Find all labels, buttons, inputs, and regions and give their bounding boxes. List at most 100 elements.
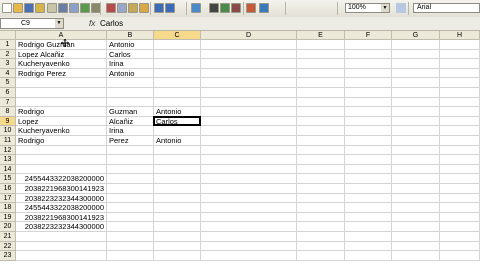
cell-h12[interactable]: [440, 145, 480, 156]
select-all-corner[interactable]: [0, 31, 16, 40]
row-header-5[interactable]: 5: [0, 78, 16, 88]
row-header-8[interactable]: 8: [0, 107, 16, 117]
cell-e19[interactable]: [297, 212, 345, 223]
name-box[interactable]: C9 ▼: [0, 18, 64, 29]
row-header-23[interactable]: 23: [0, 251, 16, 261]
cell-h15[interactable]: [440, 174, 480, 184]
cell-a21[interactable]: [16, 232, 107, 242]
cell-d19[interactable]: [201, 212, 297, 223]
cell-f10[interactable]: [345, 126, 392, 136]
cell-b15[interactable]: [107, 174, 154, 184]
cell-c4[interactable]: [154, 68, 201, 79]
cell-f15[interactable]: [345, 174, 392, 184]
cell-b21[interactable]: [107, 232, 154, 242]
cell-h7[interactable]: [440, 97, 480, 108]
cell-h4[interactable]: [440, 68, 480, 79]
print-icon[interactable]: [58, 3, 68, 13]
chart-wizard-icon[interactable]: [246, 3, 256, 13]
paste-icon[interactable]: [128, 3, 138, 13]
cell-f14[interactable]: [345, 164, 392, 175]
cell-d16[interactable]: [201, 184, 297, 194]
cell-b8[interactable]: Guzman: [107, 107, 154, 117]
cell-d12[interactable]: [201, 145, 297, 156]
cell-e12[interactable]: [297, 145, 345, 156]
column-header-b[interactable]: B: [107, 31, 154, 40]
cell-h19[interactable]: [440, 212, 480, 223]
cell-h14[interactable]: [440, 164, 480, 175]
cell-f13[interactable]: [345, 155, 392, 165]
row-header-18[interactable]: 18: [0, 203, 16, 213]
cell-f5[interactable]: [345, 78, 392, 88]
cell-f17[interactable]: [345, 193, 392, 204]
print-preview-icon[interactable]: [69, 3, 79, 13]
cell-e1[interactable]: [297, 40, 345, 50]
cell-f3[interactable]: [345, 59, 392, 69]
cell-g3[interactable]: [392, 59, 440, 69]
cell-a15[interactable]: 2455443322038200000: [16, 174, 107, 184]
cell-e10[interactable]: [297, 126, 345, 136]
cell-g1[interactable]: [392, 40, 440, 50]
cell-h18[interactable]: [440, 203, 480, 213]
cell-c7[interactable]: [154, 97, 201, 108]
cell-d21[interactable]: [201, 232, 297, 242]
cell-f23[interactable]: [345, 251, 392, 261]
cell-g5[interactable]: [392, 78, 440, 88]
cell-d18[interactable]: [201, 203, 297, 213]
cell-a8[interactable]: Rodrigo: [16, 107, 107, 117]
cell-h13[interactable]: [440, 155, 480, 165]
cell-g22[interactable]: [392, 241, 440, 252]
cell-b22[interactable]: [107, 241, 154, 252]
cell-f6[interactable]: [345, 88, 392, 98]
copy-icon[interactable]: [117, 3, 127, 13]
cell-b20[interactable]: [107, 222, 154, 232]
cell-g2[interactable]: [392, 49, 440, 60]
cell-e2[interactable]: [297, 49, 345, 60]
cell-d7[interactable]: [201, 97, 297, 108]
column-header-c[interactable]: C: [154, 31, 201, 40]
cell-e4[interactable]: [297, 68, 345, 79]
cell-e15[interactable]: [297, 174, 345, 184]
cell-h21[interactable]: [440, 232, 480, 242]
column-header-d[interactable]: D: [201, 31, 297, 40]
cell-h10[interactable]: [440, 126, 480, 136]
cell-b19[interactable]: [107, 212, 154, 223]
row-header-11[interactable]: 11: [0, 136, 16, 146]
cell-h23[interactable]: [440, 251, 480, 261]
cell-d10[interactable]: [201, 126, 297, 136]
cell-a3[interactable]: Kucheryavenko: [16, 59, 107, 69]
cell-e5[interactable]: [297, 78, 345, 88]
cut-icon[interactable]: [106, 3, 116, 13]
cell-g9[interactable]: [392, 116, 440, 127]
chevron-down-icon[interactable]: ▼: [55, 19, 63, 28]
cell-c15[interactable]: [154, 174, 201, 184]
cell-b4[interactable]: Antonio: [107, 68, 154, 79]
cell-d5[interactable]: [201, 78, 297, 88]
cell-a10[interactable]: Kucheryavenko: [16, 126, 107, 136]
cell-a2[interactable]: Lopez Alcañiz: [16, 49, 107, 60]
sort-ascending-icon[interactable]: [220, 3, 230, 13]
column-header-h[interactable]: H: [440, 31, 480, 40]
cell-c18[interactable]: [154, 203, 201, 213]
cell-f20[interactable]: [345, 222, 392, 232]
cell-d15[interactable]: [201, 174, 297, 184]
cell-d1[interactable]: [201, 40, 297, 50]
cell-e9[interactable]: [297, 116, 345, 127]
cell-e21[interactable]: [297, 232, 345, 242]
row-header-2[interactable]: 2: [0, 49, 16, 60]
cell-b3[interactable]: Irina: [107, 59, 154, 69]
cell-d9[interactable]: [201, 116, 297, 127]
cell-c21[interactable]: [154, 232, 201, 242]
cell-e8[interactable]: [297, 107, 345, 117]
cell-c12[interactable]: [154, 145, 201, 156]
cell-c11[interactable]: Antonio: [154, 136, 201, 146]
save-icon[interactable]: [24, 3, 34, 13]
cell-b2[interactable]: Carlos: [107, 49, 154, 60]
spelling-icon[interactable]: [80, 3, 90, 13]
cell-g21[interactable]: [392, 232, 440, 242]
row-header-13[interactable]: 13: [0, 155, 16, 165]
cell-b6[interactable]: [107, 88, 154, 98]
permission-icon[interactable]: [35, 3, 45, 13]
cell-g8[interactable]: [392, 107, 440, 117]
cell-d14[interactable]: [201, 164, 297, 175]
new-icon[interactable]: [2, 3, 12, 13]
